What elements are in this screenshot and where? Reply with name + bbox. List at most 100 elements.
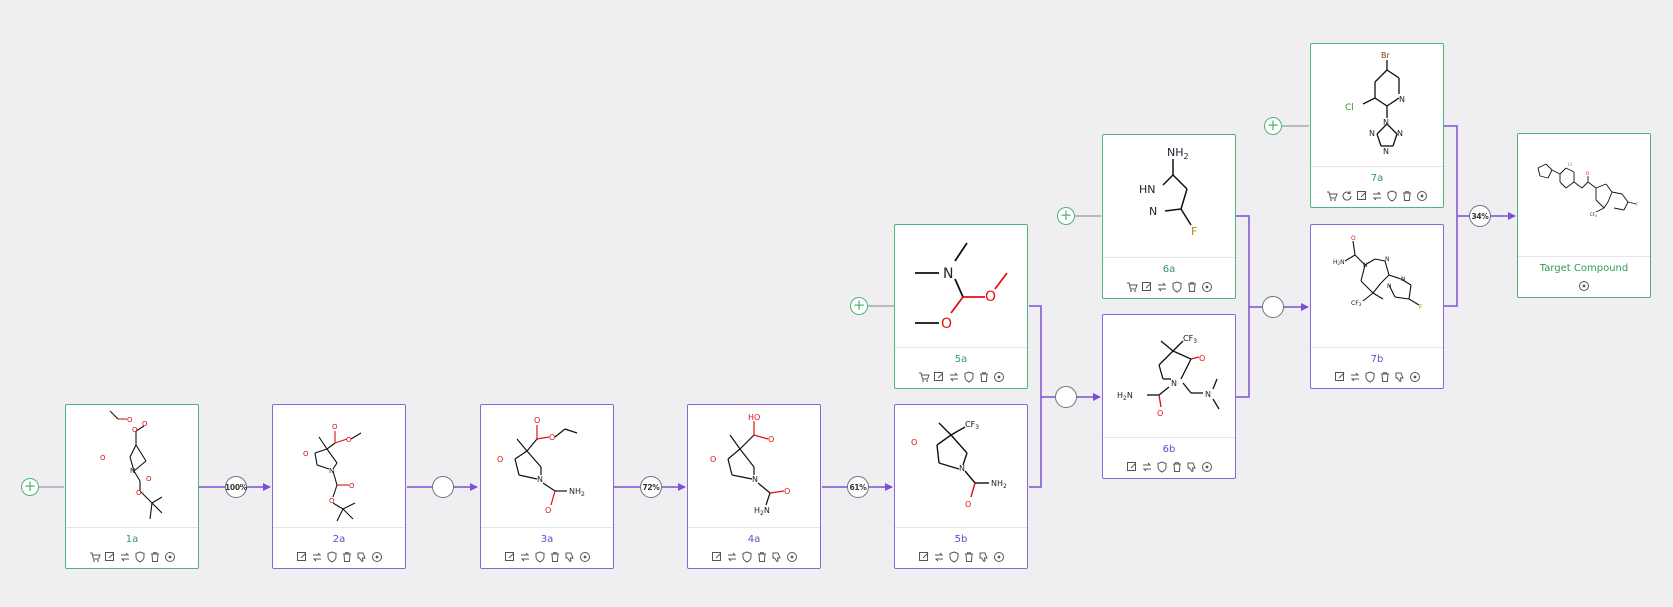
card-actions (895, 551, 1027, 563)
card-actions (1518, 280, 1650, 292)
card-divider (1103, 257, 1235, 258)
atom-label: O (127, 416, 133, 424)
delete-icon[interactable] (1401, 190, 1413, 202)
dislike-icon[interactable] (356, 551, 368, 563)
location-icon[interactable] (993, 371, 1005, 383)
location-icon[interactable] (1409, 371, 1421, 383)
swap-icon[interactable] (1371, 190, 1383, 202)
swap-icon[interactable] (726, 551, 738, 563)
molecule-structure: O O O O O N (303, 423, 362, 522)
delete-icon[interactable] (1186, 281, 1198, 293)
node-label: 7a (1370, 173, 1384, 184)
shield-icon[interactable] (534, 551, 546, 563)
add-reactant-button[interactable]: + (850, 297, 868, 315)
dislike-icon[interactable] (771, 551, 783, 563)
edit-icon[interactable] (104, 551, 116, 563)
dislike-icon[interactable] (978, 551, 990, 563)
node-card-7a[interactable]: Br Cl N N N N N 7a (1310, 43, 1444, 208)
cart-icon[interactable] (89, 551, 101, 563)
edit-icon[interactable] (1141, 281, 1153, 293)
shield-icon[interactable] (1386, 190, 1398, 202)
location-icon[interactable] (1416, 190, 1428, 202)
refresh-icon[interactable] (1341, 190, 1353, 202)
dislike-icon[interactable] (1394, 371, 1406, 383)
location-icon[interactable] (1201, 461, 1213, 473)
swap-icon[interactable] (1156, 281, 1168, 293)
cart-icon[interactable] (1126, 281, 1138, 293)
swap-icon[interactable] (1349, 371, 1361, 383)
edit-icon[interactable] (711, 551, 723, 563)
delete-icon[interactable] (1379, 371, 1391, 383)
shield-icon[interactable] (948, 551, 960, 563)
node-card-6b[interactable]: O O N N H2N CF3 6b (1102, 314, 1236, 479)
atom-label: CF3 (1351, 300, 1362, 307)
atom-label: O (332, 423, 338, 431)
edit-icon[interactable] (918, 551, 930, 563)
atom-label: F (1191, 225, 1197, 238)
atom-label: O (1586, 171, 1589, 176)
card-divider (895, 347, 1027, 348)
location-icon[interactable] (579, 551, 591, 563)
atom-label: O (346, 436, 352, 444)
node-card-target[interactable]: Cl O F CF3 Target Compound (1517, 133, 1651, 298)
add-reactant-button[interactable]: + (1264, 117, 1282, 135)
delete-icon[interactable] (341, 551, 353, 563)
shield-icon[interactable] (963, 371, 975, 383)
location-icon[interactable] (993, 551, 1005, 563)
edit-icon[interactable] (504, 551, 516, 563)
add-reactant-button[interactable]: + (1057, 207, 1075, 225)
atom-label: N (752, 475, 758, 484)
edit-icon[interactable] (933, 371, 945, 383)
delete-icon[interactable] (756, 551, 768, 563)
atom-label: N (1369, 129, 1375, 138)
delete-icon[interactable] (963, 551, 975, 563)
dislike-icon[interactable] (564, 551, 576, 563)
delete-icon[interactable] (149, 551, 161, 563)
shield-icon[interactable] (1364, 371, 1376, 383)
swap-icon[interactable] (311, 551, 323, 563)
location-icon[interactable] (786, 551, 798, 563)
cart-icon[interactable] (1326, 190, 1338, 202)
atom-label: N (1387, 283, 1392, 290)
shield-icon[interactable] (326, 551, 338, 563)
atom-label: N (1385, 256, 1390, 263)
card-divider (1311, 166, 1443, 167)
node-card-1a[interactable]: O O O O O O N 1a (65, 404, 199, 569)
node-card-4a[interactable]: HO O O O N H2N 4a (687, 404, 821, 569)
node-card-7b[interactable]: O H2N N N N N F CF3 7b (1310, 224, 1444, 389)
atom-label: O (142, 420, 148, 428)
atom-label: CF3 (1183, 334, 1197, 345)
yield-badge-empty (1262, 296, 1284, 318)
atom-label: O (1351, 235, 1356, 242)
add-reactant-button[interactable]: + (21, 478, 39, 496)
node-card-5b[interactable]: O O N NH2 CF3 5b (894, 404, 1028, 569)
node-card-5a[interactable]: N O O 5a (894, 224, 1028, 389)
delete-icon[interactable] (549, 551, 561, 563)
delete-icon[interactable] (1171, 461, 1183, 473)
card-actions (1103, 461, 1235, 473)
location-icon[interactable] (1201, 281, 1213, 293)
swap-icon[interactable] (933, 551, 945, 563)
atom-label: H2N (754, 506, 770, 517)
shield-icon[interactable] (134, 551, 146, 563)
edit-icon[interactable] (1334, 371, 1346, 383)
edit-icon[interactable] (1356, 190, 1368, 202)
location-icon[interactable] (371, 551, 383, 563)
edit-icon[interactable] (1126, 461, 1138, 473)
swap-icon[interactable] (948, 371, 960, 383)
swap-icon[interactable] (119, 551, 131, 563)
shield-icon[interactable] (741, 551, 753, 563)
dislike-icon[interactable] (1186, 461, 1198, 473)
shield-icon[interactable] (1171, 281, 1183, 293)
swap-icon[interactable] (519, 551, 531, 563)
node-card-6a[interactable]: NH2 HN N F 6a (1102, 134, 1236, 299)
delete-icon[interactable] (978, 371, 990, 383)
cart-icon[interactable] (918, 371, 930, 383)
node-card-2a[interactable]: O O O O O N 2a (272, 404, 406, 569)
location-icon[interactable] (1578, 280, 1590, 292)
shield-icon[interactable] (1156, 461, 1168, 473)
node-card-3a[interactable]: O O O O N NH2 3a (480, 404, 614, 569)
edit-icon[interactable] (296, 551, 308, 563)
location-icon[interactable] (164, 551, 176, 563)
swap-icon[interactable] (1141, 461, 1153, 473)
